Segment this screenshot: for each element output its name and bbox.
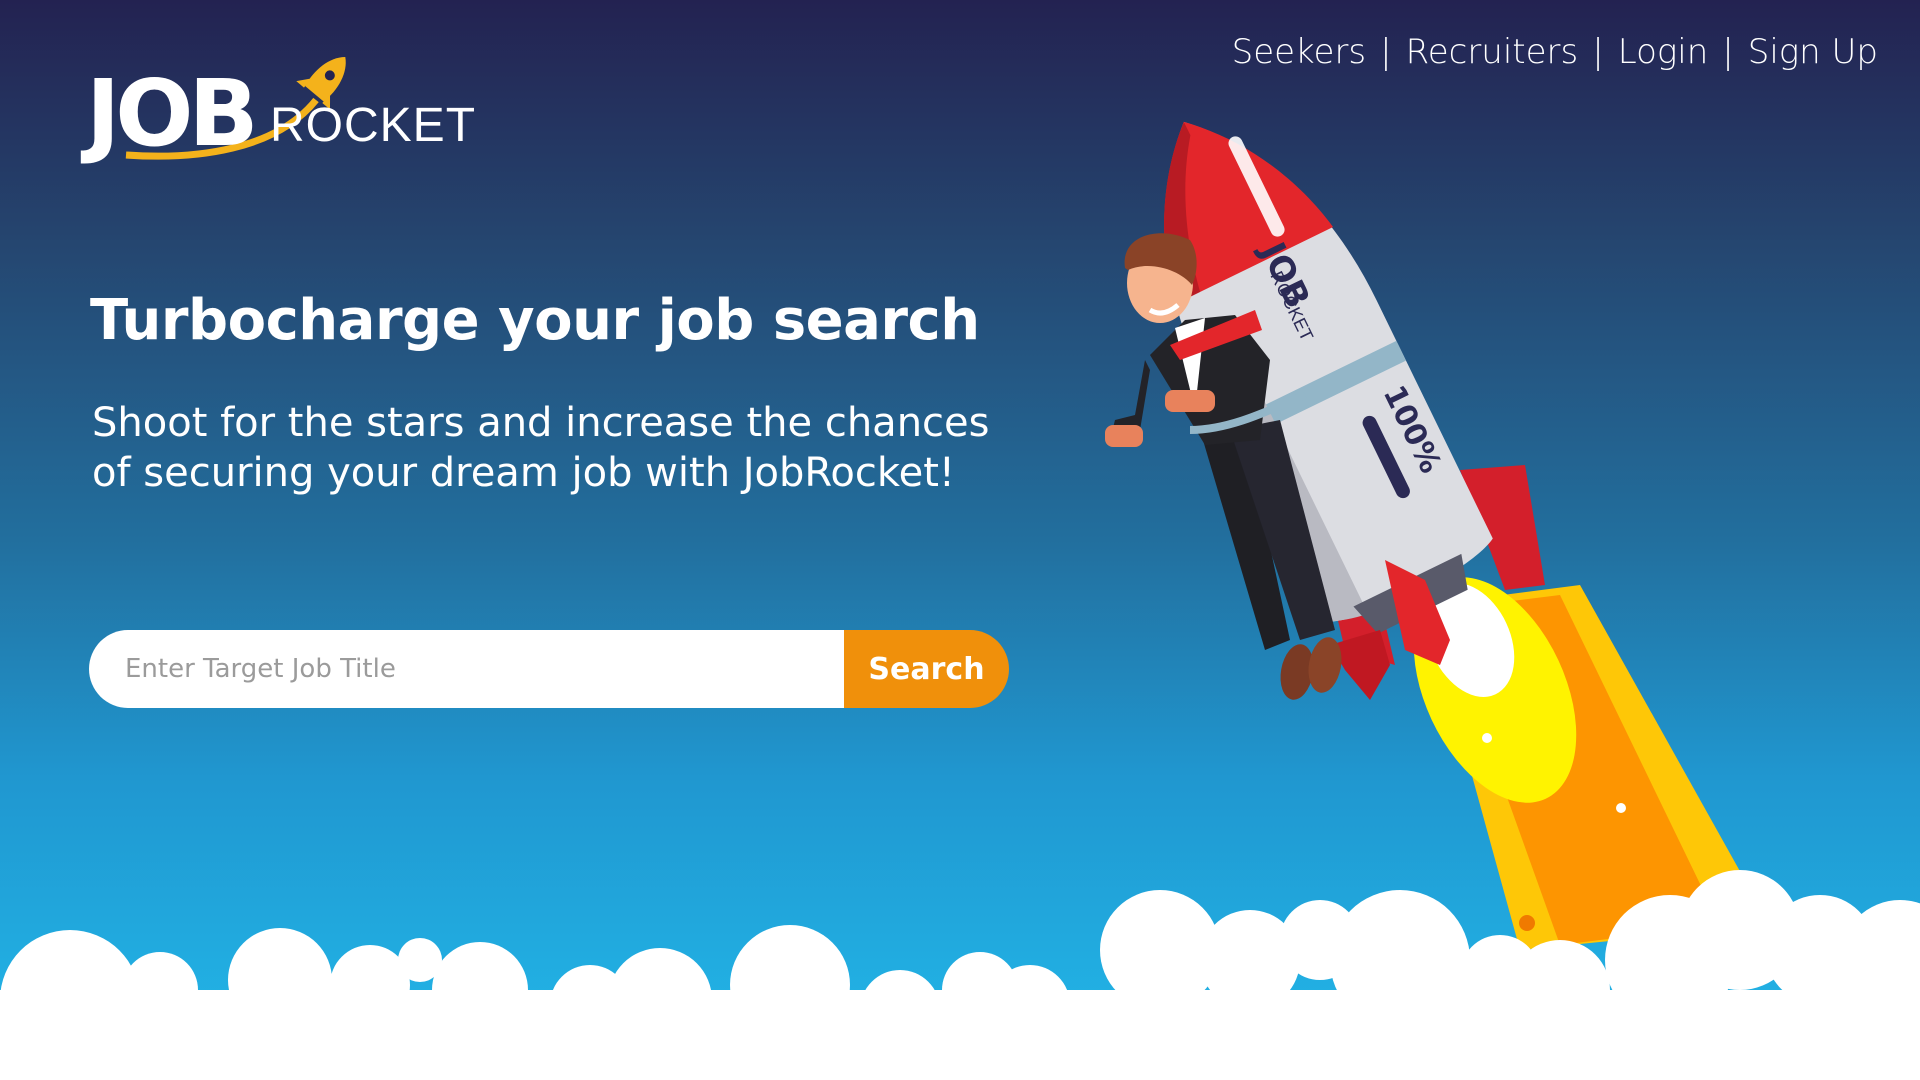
top-nav: Seekers | Recruiters | Login | Sign Up [1232,32,1878,72]
hero-title: Turbocharge your job search [90,288,980,353]
jobrocket-logo[interactable]: JOB ROCKET [86,40,475,170]
hero-subtitle: Shoot for the stars and increase the cha… [92,400,990,496]
job-title-search-input[interactable] [89,630,844,708]
nav-sign-up[interactable]: Sign Up [1748,32,1878,72]
search-button[interactable]: Search [844,630,1009,708]
nav-separator: | [1722,32,1734,72]
nav-separator: | [1592,32,1604,72]
job-search-form: Search [89,630,1009,708]
nav-seekers[interactable]: Seekers [1232,32,1367,72]
logo-text-rocket: ROCKET [270,99,477,152]
nav-login[interactable]: Login [1618,32,1709,72]
logo-text-job: JOB [86,60,259,167]
nav-separator: | [1380,32,1392,72]
nav-recruiters[interactable]: Recruiters [1406,32,1579,72]
